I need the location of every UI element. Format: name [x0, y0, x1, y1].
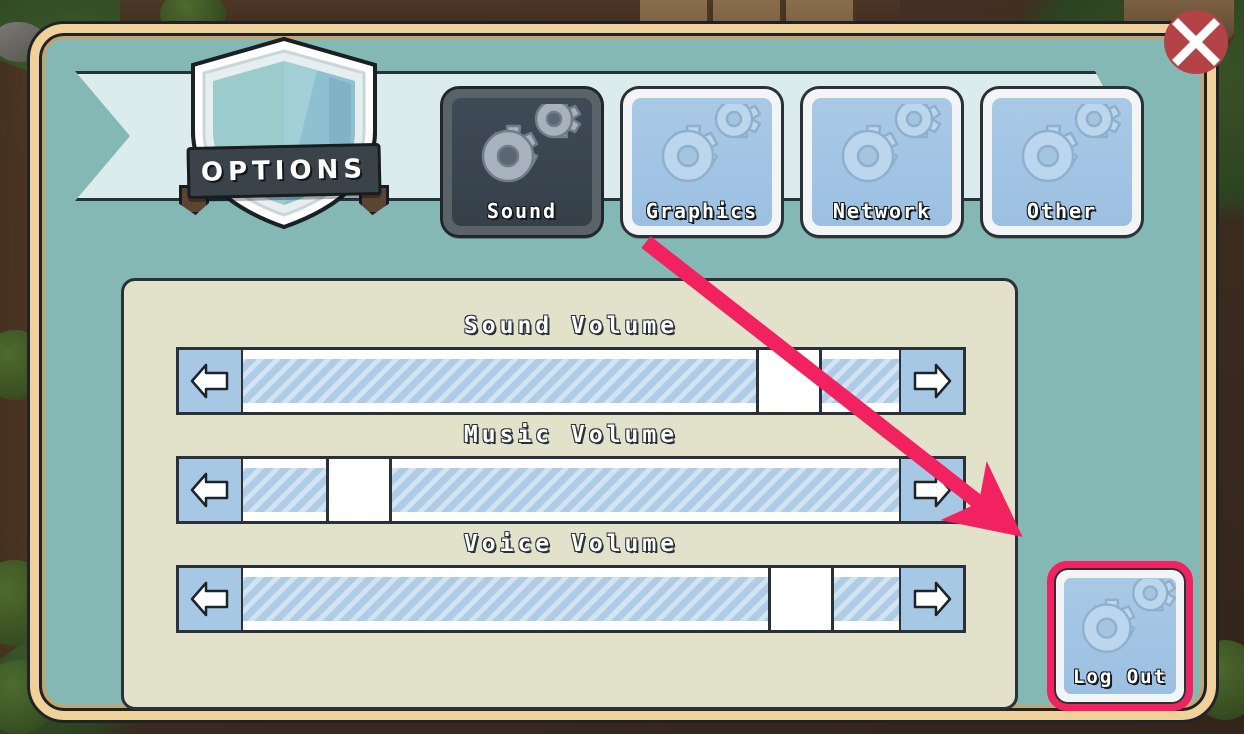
- tab-background: [812, 98, 952, 226]
- arrow-left-icon: [190, 472, 229, 508]
- gears-icon: [481, 104, 582, 183]
- music-volume-group: Music Volume: [176, 422, 966, 524]
- sound-volume-track[interactable]: [243, 350, 899, 412]
- arrow-left-icon: [190, 581, 229, 617]
- music-volume-increase-button[interactable]: [899, 459, 963, 521]
- options-dialog: OPTIONS Sound Graphics Network Other Sou…: [30, 24, 1216, 720]
- tab-network[interactable]: Network: [803, 89, 961, 235]
- voice-volume-group: Voice Volume: [176, 531, 966, 633]
- sound-volume-label: Sound Volume: [463, 313, 679, 339]
- music-volume-handle[interactable]: [326, 459, 392, 521]
- music-volume-slider[interactable]: [176, 456, 966, 524]
- close-button[interactable]: [1156, 2, 1236, 82]
- sound-volume-group: Sound Volume: [176, 313, 966, 415]
- voice-volume-decrease-button[interactable]: [179, 568, 243, 630]
- tab-background: [632, 98, 772, 226]
- options-emblem: OPTIONS: [179, 35, 389, 235]
- voice-volume-label: Voice Volume: [463, 531, 679, 557]
- close-icon: [1164, 10, 1228, 74]
- logout-highlight-wrapper: Log Out: [1047, 561, 1193, 711]
- gears-icon: [661, 104, 762, 183]
- sound-volume-handle[interactable]: [756, 350, 822, 412]
- tab-graphics[interactable]: Graphics: [623, 89, 781, 235]
- arrow-left-icon: [190, 363, 229, 399]
- voice-volume-track[interactable]: [243, 568, 899, 630]
- tab-other[interactable]: Other: [983, 89, 1141, 235]
- page-title-label: OPTIONS: [200, 154, 368, 188]
- voice-volume-handle[interactable]: [768, 568, 834, 630]
- sound-volume-increase-button[interactable]: [899, 350, 963, 412]
- gears-icon: [1021, 104, 1122, 183]
- sound-settings-panel: Sound Volume Music Volume Voice Volume: [121, 278, 1018, 710]
- gears-icon: [1081, 579, 1176, 654]
- arrow-right-icon: [913, 363, 952, 399]
- voice-volume-slider[interactable]: [176, 565, 966, 633]
- music-volume-label: Music Volume: [463, 422, 679, 448]
- tab-background: [452, 98, 592, 226]
- gears-icon: [841, 104, 942, 183]
- page-title: OPTIONS: [186, 142, 382, 200]
- logout-button-background: [1064, 578, 1176, 694]
- voice-volume-increase-button[interactable]: [899, 568, 963, 630]
- music-volume-decrease-button[interactable]: [179, 459, 243, 521]
- shield-icon: [191, 36, 377, 230]
- logout-button[interactable]: Log Out: [1056, 570, 1184, 702]
- arrow-right-icon: [913, 472, 952, 508]
- sound-volume-decrease-button[interactable]: [179, 350, 243, 412]
- arrow-right-icon: [913, 581, 952, 617]
- music-volume-track[interactable]: [243, 459, 899, 521]
- tab-sound[interactable]: Sound: [443, 89, 601, 235]
- settings-tab-bar: Sound Graphics Network Other: [443, 89, 1141, 239]
- tab-background: [992, 98, 1132, 226]
- sound-volume-slider[interactable]: [176, 347, 966, 415]
